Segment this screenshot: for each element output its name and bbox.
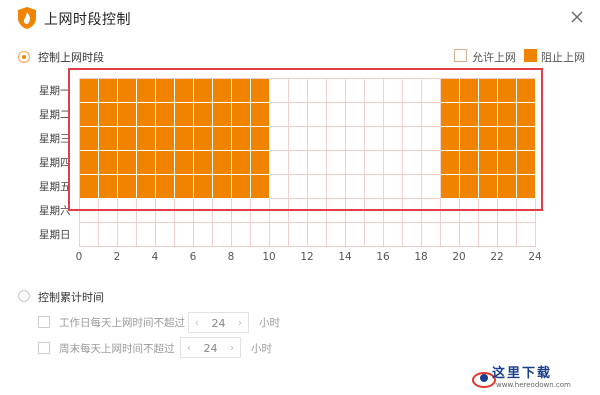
day-label-tue: 星期二 xyxy=(39,109,71,121)
day-label-fri: 星期五 xyxy=(39,181,71,193)
hour-tick-label: 8 xyxy=(227,251,235,263)
hour-tick-label: 2 xyxy=(113,251,121,263)
schedule-cell[interactable] xyxy=(194,223,213,247)
day-label-sat: 星期六 xyxy=(39,205,71,217)
hour-tick-label: 6 xyxy=(189,251,197,263)
schedule-cell[interactable] xyxy=(137,223,156,247)
schedule-cell[interactable] xyxy=(365,223,384,247)
day-label-sun: 星期日 xyxy=(39,229,71,241)
day-label-thu: 星期四 xyxy=(39,157,71,169)
hour-tick-label: 12 xyxy=(300,251,314,263)
control-period-label: 控制上网时段 xyxy=(38,51,104,64)
shield-logo-icon xyxy=(18,7,36,29)
highlight-frame xyxy=(68,68,543,211)
schedule-cell[interactable] xyxy=(156,223,175,247)
weekday-limit-label: 工作日每天上网时间不超过 xyxy=(59,317,185,329)
legend-block-label: 阻止上网 xyxy=(541,51,585,64)
control-period-radio[interactable] xyxy=(18,51,30,63)
hour-tick-label: 18 xyxy=(414,251,428,263)
hour-tick-label: 24 xyxy=(528,251,542,263)
schedule-cell[interactable] xyxy=(517,223,536,247)
schedule-cell[interactable] xyxy=(213,223,232,247)
watermark-url: www.hereodown.com xyxy=(496,381,571,389)
hour-tick-label: 14 xyxy=(338,251,352,263)
schedule-cell[interactable] xyxy=(232,223,251,247)
watermark-text: 这里下载 xyxy=(492,366,553,381)
schedule-cell[interactable] xyxy=(479,223,498,247)
weekend-limit-checkbox[interactable] xyxy=(38,342,50,354)
schedule-cell[interactable] xyxy=(441,223,460,247)
weekend-hours-stepper[interactable]: ‹ 24 › xyxy=(180,337,241,358)
weekday-hours-stepper[interactable]: ‹ 24 › xyxy=(188,312,249,333)
legend-allow-label: 允许上网 xyxy=(472,51,516,64)
increment-icon[interactable]: › xyxy=(226,341,238,354)
weekday-unit: 小时 xyxy=(259,317,280,329)
hour-tick-label: 22 xyxy=(490,251,504,263)
hour-tick-label: 16 xyxy=(376,251,390,263)
title-bar: 上网时段控制 xyxy=(0,0,600,36)
schedule-cell[interactable] xyxy=(175,223,194,247)
schedule-cell[interactable] xyxy=(251,223,270,247)
schedule-cell[interactable] xyxy=(270,223,289,247)
control-total-radio[interactable] xyxy=(18,290,30,302)
schedule-cell[interactable] xyxy=(118,223,137,247)
schedule-cell[interactable] xyxy=(422,223,441,247)
schedule-cell[interactable] xyxy=(460,223,479,247)
hour-tick-label: 4 xyxy=(151,251,159,263)
hour-tick-label: 10 xyxy=(262,251,276,263)
schedule-cell[interactable] xyxy=(384,223,403,247)
schedule-cell[interactable] xyxy=(403,223,422,247)
hour-tick-label: 20 xyxy=(452,251,466,263)
control-total-label: 控制累计时间 xyxy=(38,291,104,304)
window-title: 上网时段控制 xyxy=(44,12,131,28)
close-icon[interactable] xyxy=(568,8,586,26)
hour-tick-label: 0 xyxy=(75,251,83,263)
day-label-mon: 星期一 xyxy=(39,85,71,97)
schedule-cell[interactable] xyxy=(80,223,99,247)
increment-icon[interactable]: › xyxy=(234,316,246,329)
schedule-cell[interactable] xyxy=(346,223,365,247)
schedule-cell[interactable] xyxy=(289,223,308,247)
day-label-wed: 星期三 xyxy=(39,133,71,145)
schedule-cell[interactable] xyxy=(308,223,327,247)
weekend-unit: 小时 xyxy=(251,343,272,355)
legend-block-swatch xyxy=(524,49,537,62)
weekend-limit-label: 周末每天上网时间不超过 xyxy=(59,343,175,355)
schedule-cell[interactable] xyxy=(99,223,118,247)
schedule-cell[interactable] xyxy=(498,223,517,247)
schedule-cell[interactable] xyxy=(327,223,346,247)
legend-allow-swatch xyxy=(454,49,467,62)
weekday-limit-checkbox[interactable] xyxy=(38,316,50,328)
